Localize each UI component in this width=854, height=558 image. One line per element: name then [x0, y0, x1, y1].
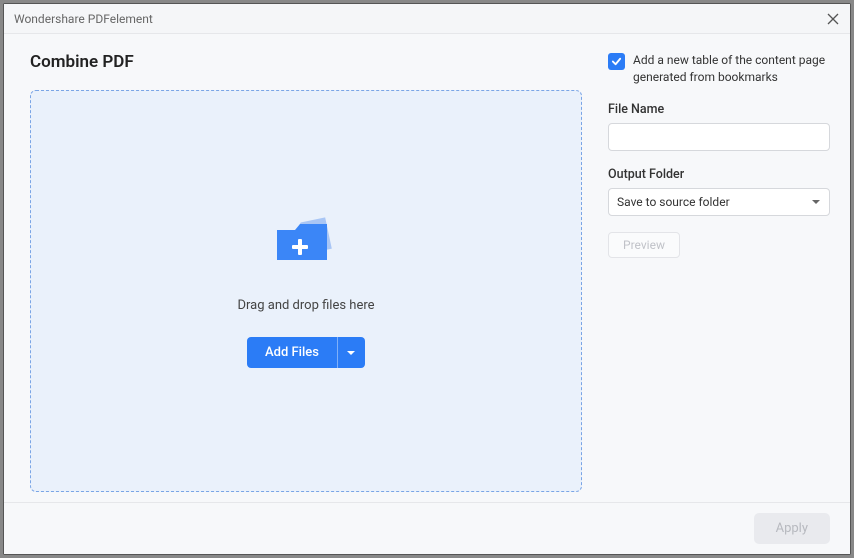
file-name-input[interactable]: [608, 123, 830, 151]
dropzone-hint: Drag and drop files here: [237, 298, 374, 313]
toc-checkbox-label: Add a new table of the content page gene…: [633, 52, 830, 86]
chevron-down-icon: [811, 197, 821, 207]
file-name-field: File Name: [608, 102, 830, 151]
output-folder-value: Save to source folder: [617, 195, 730, 209]
preview-row: Preview: [608, 232, 830, 258]
content-area: Combine PDF Drag and drop files here Add…: [4, 34, 850, 502]
folder-plus-icon: [271, 214, 341, 270]
page-title: Combine PDF: [30, 52, 582, 72]
close-button[interactable]: [822, 8, 844, 30]
apply-button[interactable]: Apply: [754, 513, 830, 544]
toc-checkbox[interactable]: [608, 53, 625, 70]
add-files-button[interactable]: Add Files: [247, 337, 337, 368]
right-panel: Add a new table of the content page gene…: [600, 34, 850, 502]
add-files-group: Add Files: [247, 337, 365, 368]
file-dropzone[interactable]: Drag and drop files here Add Files: [30, 90, 582, 492]
dialog-window: Wondershare PDFelement Combine PDF Drag …: [3, 3, 851, 555]
footer: Apply: [4, 502, 850, 554]
output-folder-select[interactable]: Save to source folder: [608, 188, 830, 216]
left-panel: Combine PDF Drag and drop files here Add…: [4, 34, 600, 502]
titlebar: Wondershare PDFelement: [4, 4, 850, 34]
close-icon: [827, 13, 839, 25]
toc-checkbox-row: Add a new table of the content page gene…: [608, 52, 830, 86]
file-name-label: File Name: [608, 102, 830, 117]
output-folder-field: Output Folder Save to source folder: [608, 167, 830, 216]
check-icon: [611, 56, 622, 67]
preview-button[interactable]: Preview: [608, 232, 680, 258]
add-files-dropdown[interactable]: [337, 337, 365, 368]
chevron-down-icon: [346, 348, 356, 358]
window-title: Wondershare PDFelement: [14, 12, 153, 26]
output-folder-label: Output Folder: [608, 167, 830, 182]
